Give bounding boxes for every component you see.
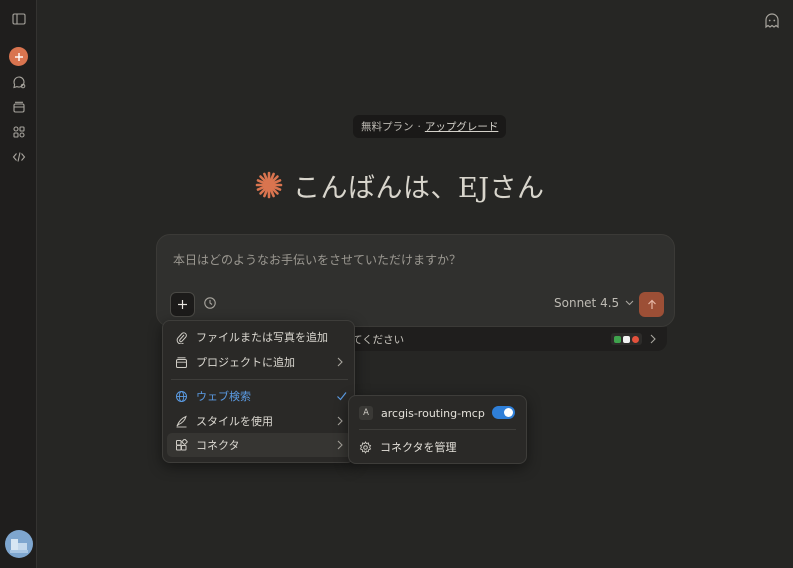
avatar-image [10,539,28,553]
plan-separator: · [417,120,421,133]
artifacts-icon[interactable] [9,122,29,142]
menu-item-add-to-project[interactable]: プロジェクトに追加 [167,350,352,374]
manage-connectors-label: コネクタを管理 [380,441,457,454]
claude-logo-icon [255,171,283,199]
plus-icon [178,300,187,309]
menu-item-label: ウェブ検索 [196,390,251,403]
menu-item-label: ファイルまたは写真を追加 [196,331,328,344]
message-composer[interactable]: 本日はどのようなお手伝いをさせていただけますか？ Sonnet 4.5 [156,234,675,327]
tray-text: てください [352,334,405,346]
menu-item-label: プロジェクトに追加 [196,356,295,369]
incognito-ghost-icon[interactable] [763,12,781,30]
globe-icon [176,390,187,402]
gear-icon [359,440,372,454]
submenu-divider [359,429,516,430]
plan-label: 無料プラン [361,121,414,133]
chevron-down-icon [625,300,634,306]
menu-item-label: スタイルを使用 [196,415,273,428]
app-icons [611,333,642,345]
prompt-input[interactable]: 本日はどのようなお手伝いをさせていただけますか？ [173,251,461,268]
plan-badge: 無料プラン · アップグレード [353,115,507,138]
app-icon [632,335,639,343]
arrow-up-icon [647,299,656,309]
model-name: Sonnet 4.5 [554,296,620,310]
sidebar-toggle-icon[interactable] [9,9,29,29]
manage-connectors-item[interactable]: コネクタを管理 [359,436,457,458]
chevron-right-icon [337,440,343,450]
greeting: こんばんは、EJさん [255,165,545,205]
upgrade-link[interactable]: アップグレード [425,119,499,134]
projects-icon[interactable] [9,97,29,117]
app-icon [614,335,621,343]
sidebar [0,0,37,568]
integration-tray[interactable]: てください [346,327,667,351]
plus-icon [14,52,23,61]
model-selector[interactable]: Sonnet 4.5 [554,296,634,310]
connector-name: arcgis-routing-mcp [381,406,485,420]
menu-item-use-style[interactable]: スタイルを使用 [167,409,352,433]
connectors-icon [176,438,188,450]
connectors-submenu: A arcgis-routing-mcp コネクタを管理 [348,395,527,464]
greeting-text: こんばんは、EJさん [293,172,545,204]
connector-row[interactable]: A arcgis-routing-mcp [359,402,485,424]
connector-badge: A [359,406,373,420]
menu-divider [171,379,348,380]
app-icon [623,335,630,343]
new-chat-button[interactable] [9,47,28,66]
menu-item-connectors[interactable]: コネクタ [167,433,352,457]
chats-search-icon[interactable] [9,72,29,92]
pen-style-icon [176,415,187,427]
toggle-knob [504,408,513,417]
add-content-menu: ファイルまたは写真を追加 プロジェクトに追加 ウェブ検索 スタイルを使用 コネク… [162,320,355,463]
connector-toggle[interactable] [492,406,515,419]
check-icon [337,392,347,401]
history-clock-icon[interactable] [203,296,217,310]
menu-item-add-file[interactable]: ファイルまたは写真を追加 [167,325,352,349]
menu-item-web-search[interactable]: ウェブ検索 [167,384,352,408]
user-avatar[interactable] [5,530,33,558]
send-button[interactable] [639,292,664,317]
code-icon[interactable] [9,147,29,167]
chevron-right-icon [337,357,343,367]
chevron-right-icon [650,334,656,344]
add-content-button[interactable] [170,292,195,317]
project-folder-icon [176,356,187,368]
chevron-right-icon [337,416,343,426]
paperclip-icon [176,331,187,344]
menu-item-label: コネクタ [196,439,240,452]
